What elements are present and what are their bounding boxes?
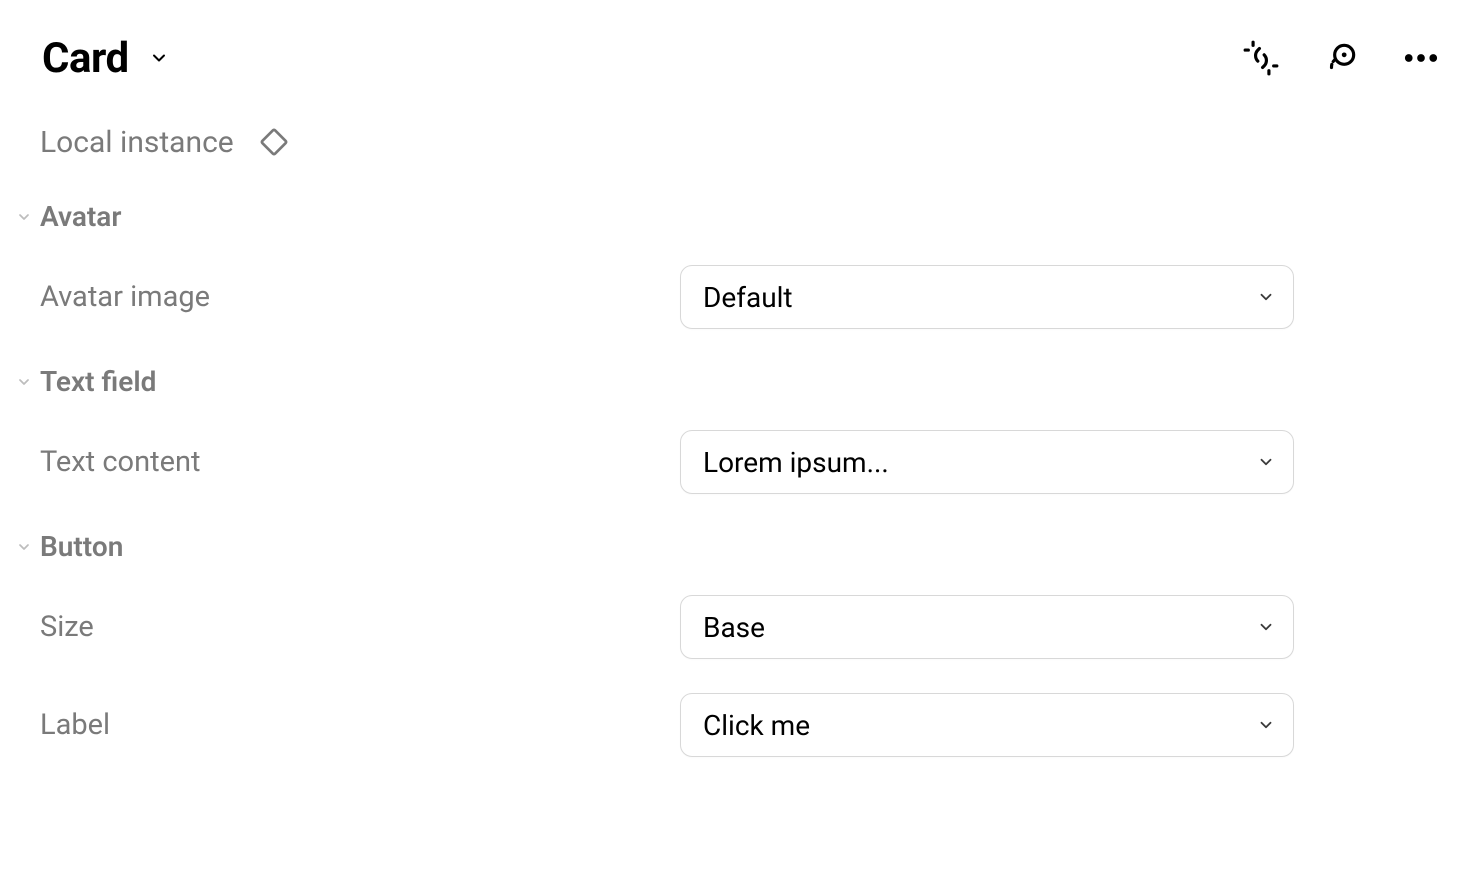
unlink-icon (1242, 39, 1280, 77)
section-button: Button Size Base Label Click me (0, 518, 1484, 781)
select-value-text-content: Lorem ipsum... (703, 446, 889, 479)
row-button-label: Label Click me (14, 683, 1484, 781)
select-avatar-image[interactable]: Default (680, 265, 1294, 329)
chevron-down-icon (1257, 453, 1275, 471)
select-value-avatar-image: Default (703, 281, 793, 314)
chevron-down-icon (14, 537, 34, 557)
label-button-size: Size (40, 610, 680, 644)
chevron-down-icon (149, 48, 169, 68)
chevron-down-icon (14, 372, 34, 392)
section-title-avatar: Avatar (40, 200, 121, 233)
section-toggle-text-field[interactable]: Text field (14, 353, 1484, 406)
chevron-down-icon (1257, 716, 1275, 734)
select-button-size[interactable]: Base (680, 595, 1294, 659)
local-instance-row: Local instance (0, 88, 1484, 188)
header-actions (1240, 37, 1442, 79)
select-button-label[interactable]: Click me (680, 693, 1294, 757)
go-to-main-button[interactable] (1320, 37, 1362, 79)
panel-header: Card (0, 0, 1484, 88)
component-dropdown-toggle[interactable] (147, 46, 171, 70)
chevron-down-icon (1257, 618, 1275, 636)
section-toggle-button[interactable]: Button (14, 518, 1484, 571)
instance-diamond-icon[interactable] (256, 124, 292, 160)
select-value-button-size: Base (703, 611, 765, 644)
component-title: Card (42, 34, 129, 83)
label-avatar-image: Avatar image (40, 280, 680, 314)
label-text-content: Text content (40, 445, 680, 479)
section-title-text-field: Text field (40, 365, 156, 398)
section-title-button: Button (40, 530, 123, 563)
row-avatar-image: Avatar image Default (14, 241, 1484, 353)
detach-instance-button[interactable] (1240, 37, 1282, 79)
section-avatar: Avatar Avatar image Default (0, 188, 1484, 353)
chevron-down-icon (1257, 288, 1275, 306)
section-toggle-avatar[interactable]: Avatar (14, 188, 1484, 241)
label-button-label: Label (40, 708, 680, 742)
chevron-down-icon (14, 207, 34, 227)
select-text-content[interactable]: Lorem ipsum... (680, 430, 1294, 494)
row-text-content: Text content Lorem ipsum... (14, 406, 1484, 518)
target-instance-icon (1322, 39, 1360, 77)
section-text-field: Text field Text content Lorem ipsum... (0, 353, 1484, 518)
more-horizontal-icon (1400, 37, 1442, 79)
row-button-size: Size Base (14, 571, 1484, 683)
more-options-button[interactable] (1400, 37, 1442, 79)
select-value-button-label: Click me (703, 709, 810, 742)
local-instance-label: Local instance (40, 125, 234, 160)
diamond-icon (256, 124, 292, 160)
